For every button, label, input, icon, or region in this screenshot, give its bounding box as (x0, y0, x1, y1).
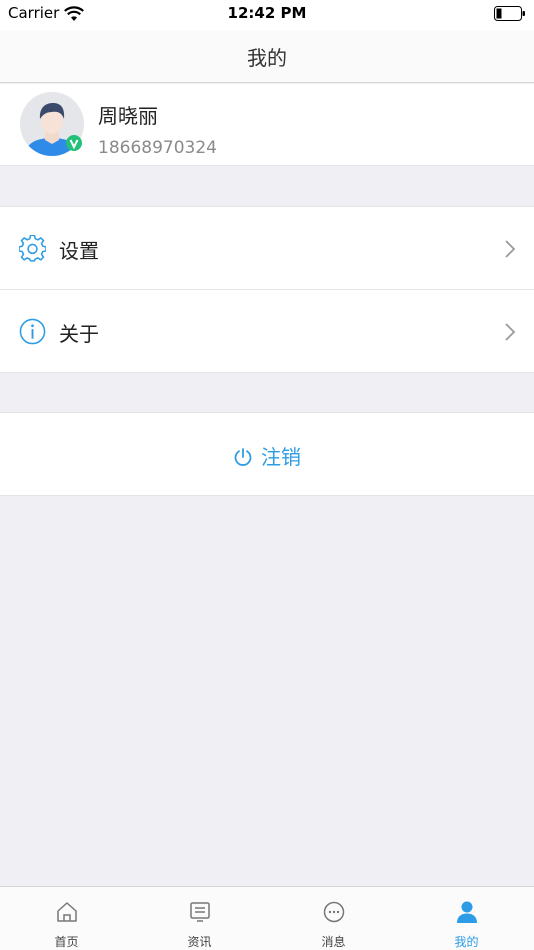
tab-label: 资讯 (187, 935, 212, 949)
menu-item-label: 设置 (59, 239, 99, 263)
user-icon (457, 901, 477, 923)
menu-group: 设置 关于 (0, 206, 534, 373)
tab-label: 首页 (54, 935, 79, 949)
menu-item-about[interactable]: 关于 (0, 290, 534, 373)
chevron-right-icon (505, 240, 516, 258)
profile-card[interactable]: 周晓丽 18668970324 (0, 84, 534, 166)
home-icon (57, 902, 77, 922)
tab-home[interactable]: 首页 (0, 887, 133, 950)
logout-content: 注销 (0, 441, 534, 470)
logout-button[interactable]: 注销 (0, 412, 534, 496)
chat-icon (323, 901, 345, 923)
gear-icon (19, 235, 46, 262)
power-icon (234, 448, 252, 466)
tab-mine[interactable]: 我的 (400, 887, 533, 950)
chevron-right-icon (505, 323, 516, 341)
menu-item-settings[interactable]: 设置 (0, 207, 534, 290)
tab-label: 我的 (454, 935, 479, 949)
menu-item-label: 关于 (59, 322, 99, 346)
battery-icon (494, 6, 525, 21)
tab-bar: 首页 资讯 消息 我的 (0, 886, 534, 950)
news-icon (190, 902, 210, 922)
status-bar: Carrier 12:42 PM (0, 0, 534, 30)
tab-messages[interactable]: 消息 (267, 887, 400, 950)
profile-name: 周晓丽 (98, 104, 158, 128)
clock: 12:42 PM (227, 4, 307, 22)
tab-label: 消息 (321, 935, 346, 949)
tab-news[interactable]: 资讯 (133, 887, 266, 950)
profile-phone: 18668970324 (98, 138, 217, 158)
info-icon (19, 318, 46, 345)
page-title: 我的 (247, 46, 287, 70)
logout-label: 注销 (261, 445, 301, 469)
avatar (20, 92, 84, 156)
nav-bar: 我的 (0, 30, 534, 83)
